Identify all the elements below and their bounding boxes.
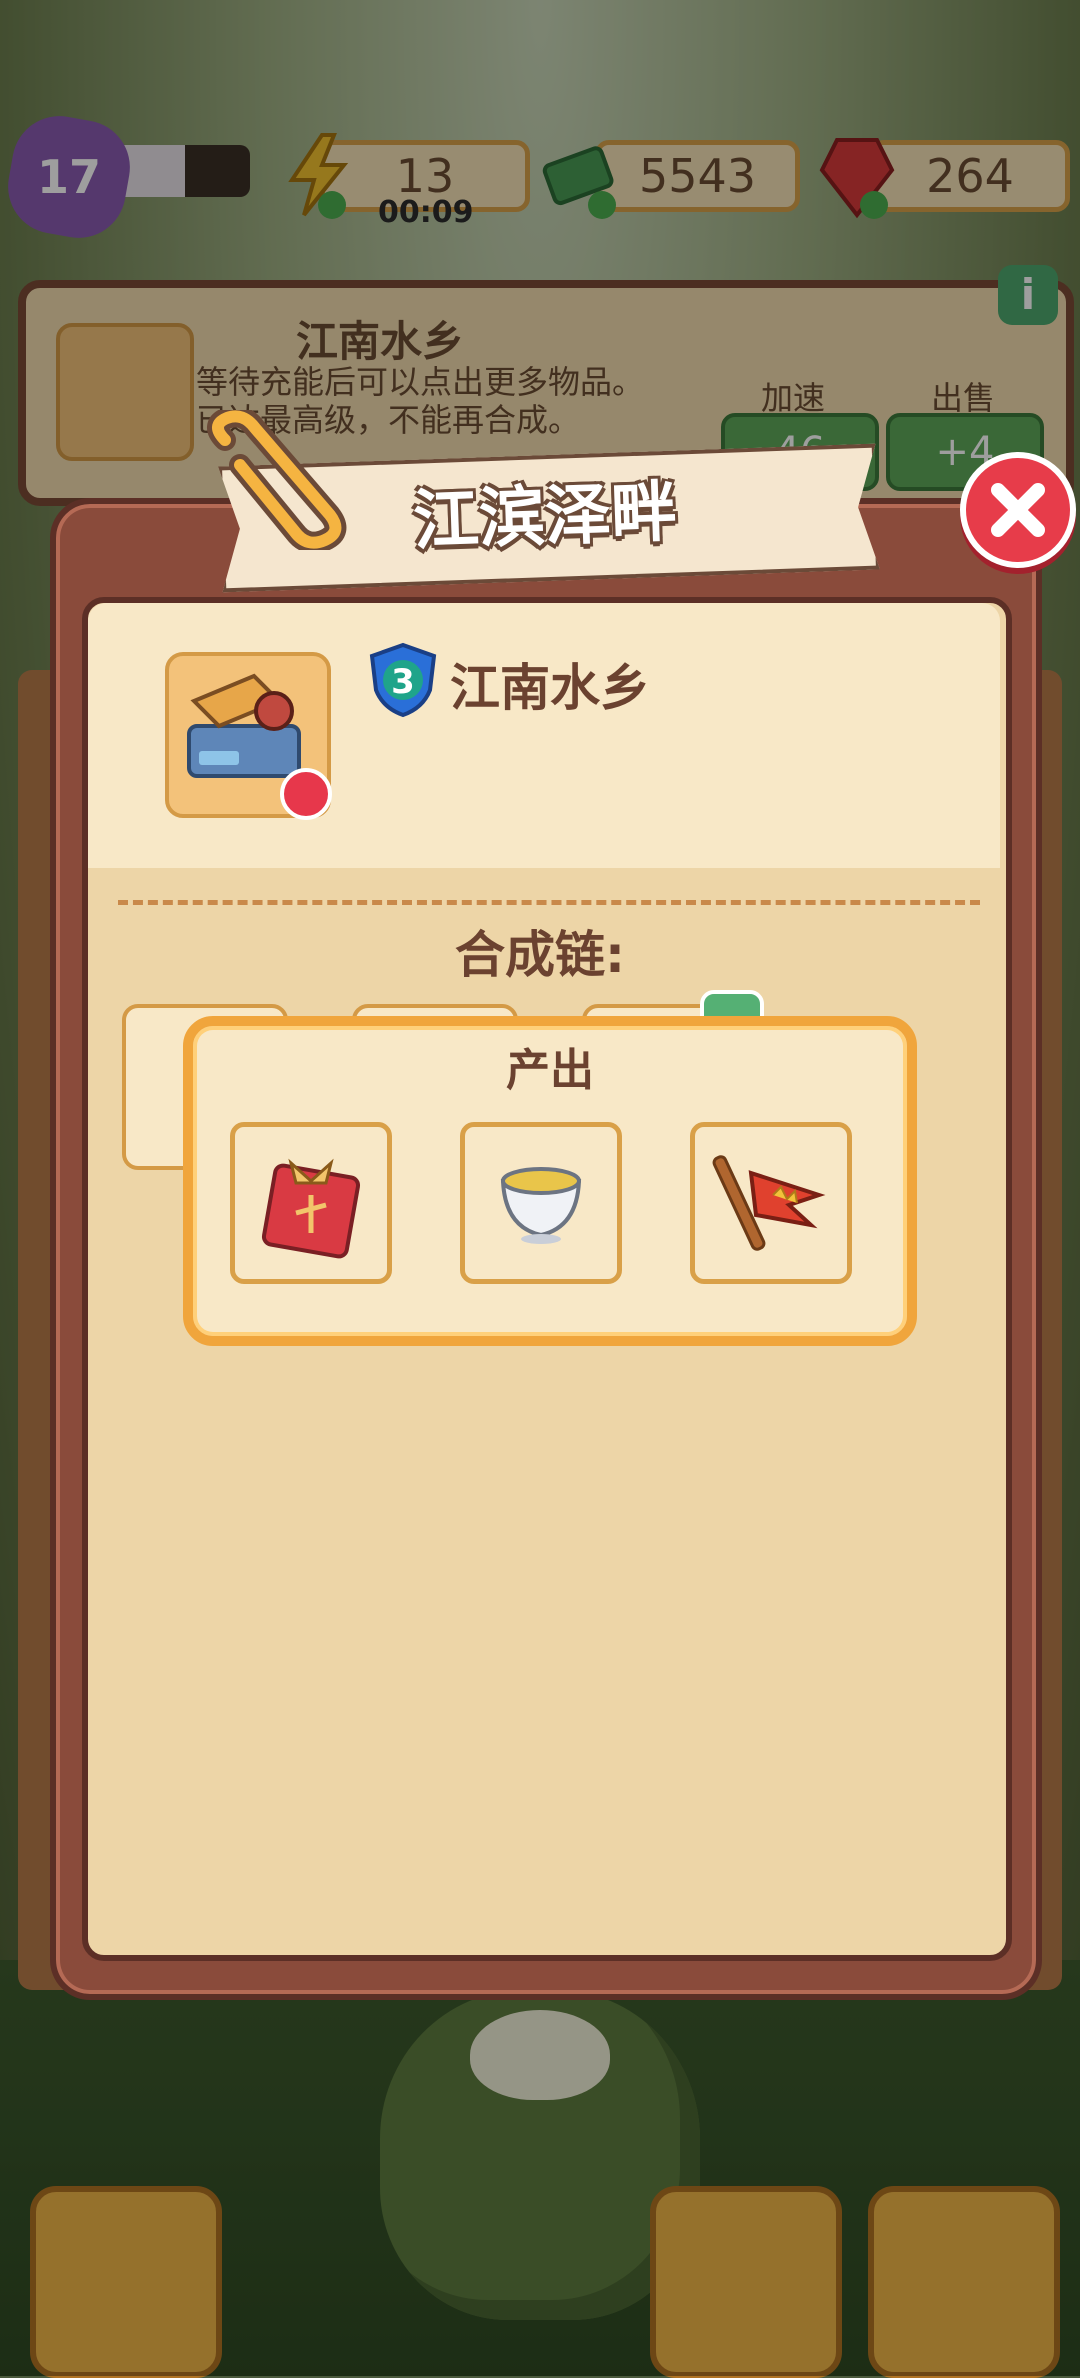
section-divider — [118, 900, 980, 905]
merge-chain-title: 合成链: — [455, 926, 625, 984]
item-name: 江南水乡 — [450, 659, 650, 717]
max-level-crown-icon — [280, 768, 332, 820]
output-item-red-envelope[interactable] — [230, 1122, 392, 1284]
paperclip-icon — [207, 410, 347, 550]
level-shield-icon: 3 — [369, 642, 437, 718]
output-item-tea-cup[interactable] — [460, 1122, 622, 1284]
item-level-text: 3 — [391, 662, 415, 702]
close-icon — [991, 483, 1045, 537]
output-item-flag[interactable] — [690, 1122, 852, 1284]
close-button[interactable] — [960, 452, 1076, 568]
tea-cup-icon — [500, 1167, 582, 1244]
red-envelope-icon — [261, 1158, 361, 1259]
flag-icon — [712, 1155, 826, 1251]
output-popup-title: 产出 — [506, 1045, 594, 1096]
